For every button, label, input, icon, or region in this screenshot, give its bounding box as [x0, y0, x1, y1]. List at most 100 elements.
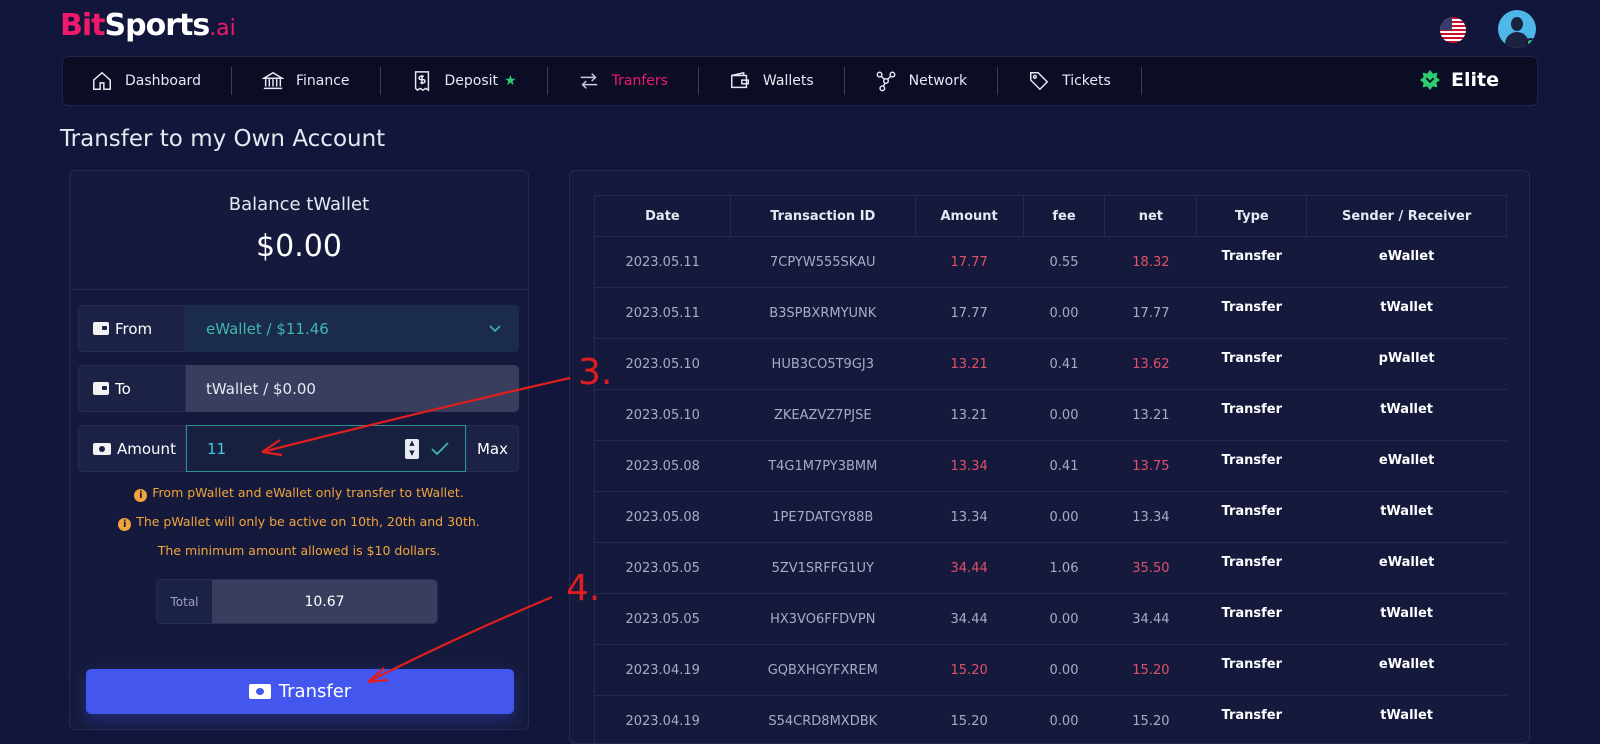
cell-net: 34.44	[1104, 593, 1197, 645]
cell-type: Transfer	[1196, 389, 1307, 441]
cell-amount: 17.77	[915, 236, 1024, 288]
to-wallet-field[interactable]: tWallet / $0.00	[186, 365, 519, 412]
logo-bit: Bit	[60, 8, 105, 43]
cell-amount: 15.20	[915, 644, 1024, 696]
divider	[70, 289, 528, 290]
check-icon	[431, 441, 449, 455]
transfer-form-panel: Balance tWallet $0.00 From eWallet / $11…	[69, 170, 529, 730]
wallet-icon	[93, 322, 109, 335]
note-item: i From pWallet and eWallet only transfer …	[70, 485, 528, 514]
info-icon: i	[134, 489, 148, 502]
us-flag-icon[interactable]	[1440, 17, 1466, 43]
cell-type: Transfer	[1196, 542, 1307, 594]
col-transaction-id: Transaction ID	[729, 195, 916, 237]
tag-icon	[1030, 72, 1049, 91]
table-row: 2023.05.05 HX3VO6FFDVPN 34.44 0.00 34.44 Tran…	[594, 593, 1507, 645]
receipt-dollar-icon	[414, 71, 429, 92]
nav-item-deposit[interactable]: Deposit ★	[381, 67, 548, 95]
cell-date: 2023.05.11	[594, 287, 731, 339]
cell-transaction-id: 7CPYW555SKAU	[730, 236, 916, 288]
cell-fee: 0.00	[1023, 287, 1105, 339]
cell-amount: 13.21	[915, 389, 1024, 441]
cell-amount: 34.44	[915, 542, 1024, 594]
nav-item-wallets[interactable]: Wallets	[699, 67, 845, 95]
cell-date: 2023.04.19	[594, 644, 731, 696]
nav-item-tickets[interactable]: Tickets	[998, 67, 1142, 95]
logo-sports: Sports	[104, 8, 211, 43]
cell-transaction-id: HUB3CO5T9GJ3	[730, 338, 916, 390]
transactions-table: Date Transaction ID Amount fee net Type …	[594, 195, 1507, 743]
amount-label: Amount	[78, 425, 186, 472]
cell-transaction-id: T4G1M7PY3BMM	[730, 440, 916, 492]
cell-date: 2023.05.11	[594, 236, 731, 288]
online-status-dot	[1526, 38, 1535, 47]
nav-label: Finance	[295, 73, 350, 89]
total-field: Total 10.67	[156, 579, 438, 624]
cell-type: Transfer	[1196, 491, 1307, 543]
max-button[interactable]: Max	[466, 425, 519, 472]
cell-amount: 13.34	[915, 491, 1024, 543]
transactions-panel: Date Transaction ID Amount fee net Type …	[569, 170, 1530, 744]
cell-type: Transfer	[1196, 287, 1307, 339]
balance-value: $0.00	[256, 229, 342, 264]
cell-date: 2023.05.08	[594, 440, 731, 492]
wallet-icon	[730, 71, 749, 89]
cell-transaction-id: 5ZV1SRFFG1UY	[730, 542, 916, 594]
nav-label: Wallets	[762, 73, 814, 89]
nav-item-transfers[interactable]: Tranfers	[548, 67, 699, 95]
cell-sender-receiver: tWallet	[1306, 491, 1507, 543]
cell-date: 2023.04.19	[594, 695, 731, 743]
amount-row: Amount 11 ▲ ▼ Max	[78, 425, 519, 472]
wallet-icon	[93, 382, 109, 395]
total-value: 10.67	[212, 580, 437, 623]
from-row: From eWallet / $11.46	[78, 305, 519, 352]
cell-fee: 1.06	[1023, 542, 1105, 594]
new-star-icon: ★	[504, 73, 517, 89]
cell-amount: 17.77	[915, 287, 1024, 339]
amount-input[interactable]: 11 ▲ ▼	[186, 425, 466, 472]
nav-label: Deposit	[444, 73, 499, 89]
cell-transaction-id: ZKEAZVZ7PJSE	[730, 389, 916, 441]
cell-amount: 34.44	[915, 593, 1024, 645]
nav-item-dashboard[interactable]: Dashboard	[63, 67, 232, 95]
cell-amount: 13.21	[915, 338, 1024, 390]
elite-rank[interactable]: Elite	[1419, 69, 1499, 91]
nav-label: Dashboard	[125, 73, 201, 89]
cell-fee: 0.41	[1023, 338, 1105, 390]
cell-type: Transfer	[1196, 236, 1307, 288]
nav-item-finance[interactable]: Finance	[232, 67, 381, 95]
number-stepper-icon[interactable]: ▲ ▼	[405, 438, 419, 459]
transfer-notes: i From pWallet and eWallet only transfer …	[70, 485, 528, 572]
cell-net: 13.62	[1104, 338, 1197, 390]
money-icon	[248, 684, 271, 699]
cell-sender-receiver: eWallet	[1306, 236, 1507, 288]
cell-type: Transfer	[1196, 440, 1307, 492]
brand-logo[interactable]: Bit Sports .ai	[60, 8, 236, 48]
col-fee: fee	[1022, 195, 1106, 237]
nav-label: Tranfers	[611, 73, 668, 89]
table-row: 2023.04.19 GQBXHGYFXREM 15.20 0.00 15.20 Tran…	[594, 644, 1507, 696]
nav-item-network[interactable]: Network	[845, 67, 999, 95]
col-sender-receiver: Sender / Receiver	[1306, 195, 1507, 237]
arrows-exchange-icon	[580, 73, 597, 89]
note-item: The minimum amount allowed is $10 dollar…	[157, 543, 441, 558]
cell-sender-receiver: tWallet	[1306, 389, 1507, 441]
cell-fee: 0.55	[1023, 236, 1105, 288]
info-icon: i	[118, 518, 132, 531]
avatar[interactable]	[1498, 10, 1536, 48]
cell-net: 35.50	[1104, 542, 1197, 594]
cell-fee: 0.00	[1023, 644, 1105, 696]
from-wallet-value: eWallet / $11.46	[206, 319, 329, 338]
to-label: To	[78, 365, 186, 412]
balance-label: Balance tWallet	[228, 194, 370, 215]
cell-sender-receiver: eWallet	[1306, 440, 1507, 492]
transfer-button[interactable]: Transfer	[86, 669, 514, 714]
cell-transaction-id: 1PE7DATGY88B	[730, 491, 916, 543]
home-icon	[93, 71, 111, 90]
cell-net: 17.77	[1104, 287, 1197, 339]
from-wallet-select[interactable]: eWallet / $11.46	[186, 305, 519, 352]
cell-fee: 0.00	[1023, 695, 1105, 743]
logo-ai: .ai	[209, 16, 236, 41]
total-label: Total	[157, 580, 212, 623]
cell-type: Transfer	[1196, 593, 1307, 645]
